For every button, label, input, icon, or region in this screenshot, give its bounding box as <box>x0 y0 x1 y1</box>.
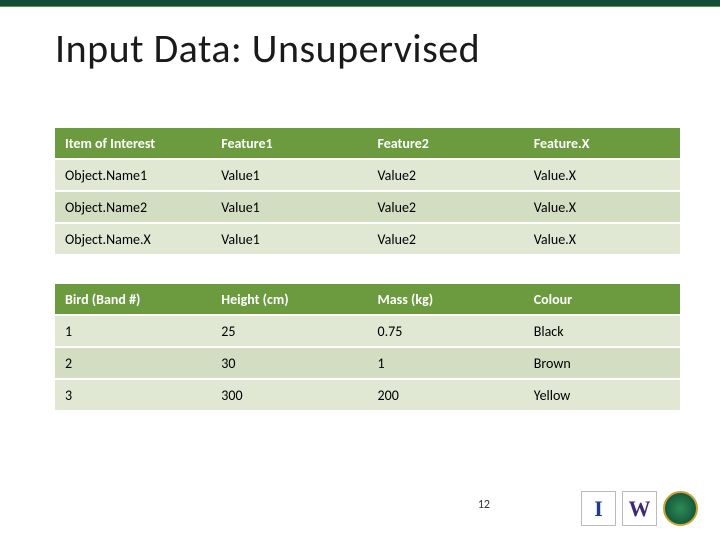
cell: 1 <box>55 315 211 347</box>
cell: 300 <box>211 379 367 411</box>
cell: Value1 <box>211 191 367 223</box>
table-row: Object.Name2 Value1 Value2 Value.X <box>55 191 680 223</box>
table-row: Object.Name1 Value1 Value2 Value.X <box>55 159 680 191</box>
cell: Value.X <box>524 159 680 191</box>
cell: Object.Name2 <box>55 191 211 223</box>
cell: 3 <box>55 379 211 411</box>
slide-title: Input Data: Unsupervised <box>55 24 480 73</box>
cell: 0.75 <box>368 315 524 347</box>
cell: Value2 <box>368 159 524 191</box>
col-header: Feature2 <box>368 128 524 159</box>
table-row: 2 30 1 Brown <box>55 347 680 379</box>
cell: Value1 <box>211 159 367 191</box>
cell: Value.X <box>524 191 680 223</box>
tables-container: Item of Interest Feature1 Feature2 Featu… <box>55 128 680 412</box>
cell: 25 <box>211 315 367 347</box>
logo-illinois-icon: I <box>581 491 616 526</box>
col-header: Bird (Band #) <box>55 284 211 315</box>
table-row: 1 25 0.75 Black <box>55 315 680 347</box>
col-header: Feature.X <box>524 128 680 159</box>
col-header: Colour <box>524 284 680 315</box>
col-header: Feature1 <box>211 128 367 159</box>
cell: Black <box>524 315 680 347</box>
cell: 30 <box>211 347 367 379</box>
table-bird-data: Bird (Band #) Height (cm) Mass (kg) Colo… <box>55 284 680 412</box>
cell: Value2 <box>368 223 524 255</box>
logo-washington-icon: W <box>622 491 657 526</box>
cell: 1 <box>368 347 524 379</box>
cell: Value2 <box>368 191 524 223</box>
cell: Yellow <box>524 379 680 411</box>
cell: Object.Name.X <box>55 223 211 255</box>
logo-seal-icon <box>663 491 698 526</box>
top-accent-bar <box>0 0 720 6</box>
page-number: 12 <box>478 498 490 512</box>
cell: 200 <box>368 379 524 411</box>
table-generic-schema: Item of Interest Feature1 Feature2 Featu… <box>55 128 680 256</box>
cell: Brown <box>524 347 680 379</box>
cell: 2 <box>55 347 211 379</box>
logo-row: I W <box>581 491 698 526</box>
table-row: Object.Name.X Value1 Value2 Value.X <box>55 223 680 255</box>
table-row: 3 300 200 Yellow <box>55 379 680 411</box>
col-header: Mass (kg) <box>368 284 524 315</box>
col-header: Height (cm) <box>211 284 367 315</box>
cell: Value.X <box>524 223 680 255</box>
col-header: Item of Interest <box>55 128 211 159</box>
cell: Object.Name1 <box>55 159 211 191</box>
cell: Value1 <box>211 223 367 255</box>
